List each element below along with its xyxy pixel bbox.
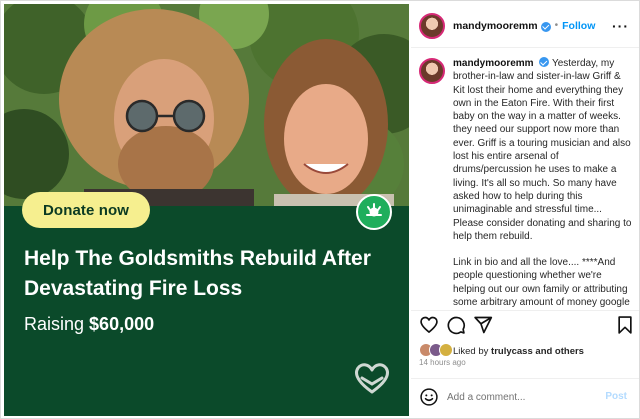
more-options-icon[interactable]: ··· — [612, 18, 629, 34]
gofundme-badge-icon — [356, 194, 392, 230]
donate-now-button[interactable]: Donate now — [22, 192, 150, 228]
raising-amount: $60,000 — [89, 314, 155, 334]
divider — [411, 378, 639, 379]
divider — [411, 310, 639, 311]
liked-by-row[interactable]: Liked by trulycass and others — [419, 343, 584, 359]
heart-icon[interactable] — [419, 315, 439, 335]
avatar — [439, 343, 453, 357]
post-side-panel: mandymooremm • Follow ··· mandymooremm Y… — [411, 4, 639, 416]
fundraiser-panel — [4, 206, 409, 416]
caption-paragraph-1: mandymooremm Yesterday, my brother-in-la… — [453, 56, 635, 243]
raising-prefix: Raising — [24, 314, 85, 334]
avatar[interactable] — [419, 12, 445, 39]
follow-button[interactable]: Follow — [562, 20, 595, 32]
liked-by-user[interactable]: trulycass — [491, 346, 533, 357]
bookmark-icon[interactable] — [615, 315, 635, 335]
caption-container[interactable]: mandymooremm Yesterday, my brother-in-la… — [419, 56, 635, 308]
emoji-icon[interactable] — [419, 387, 439, 407]
liked-by-others[interactable]: and others — [535, 346, 584, 357]
caption-text: mandymooremm Yesterday, my brother-in-la… — [453, 56, 635, 308]
liker-avatars — [419, 343, 453, 359]
comment-icon[interactable] — [446, 315, 466, 335]
verified-icon — [539, 57, 550, 67]
separator-dot: • — [554, 20, 559, 31]
fundraiser-title: Help The Goldsmiths Rebuild After Devast… — [24, 247, 371, 300]
action-bar — [419, 315, 633, 337]
liked-by-prefix: Liked by — [453, 345, 489, 357]
share-icon[interactable] — [473, 315, 493, 335]
heart-hands-icon — [355, 363, 389, 394]
comment-input[interactable] — [447, 391, 597, 403]
post-header: mandymooremm • Follow ··· — [411, 4, 639, 48]
fundraiser-goal: Raising $60,000 — [24, 314, 154, 335]
header-username[interactable]: mandymooremm — [453, 20, 538, 32]
post-comment-button[interactable]: Post — [605, 391, 627, 402]
caption-username[interactable]: mandymooremm — [453, 58, 534, 69]
post-photo — [4, 4, 409, 206]
caption-body-1: Yesterday, my brother-in-law and sister-… — [453, 58, 632, 242]
verified-icon — [540, 21, 551, 32]
caption-avatar[interactable] — [419, 58, 445, 84]
instagram-post-window: Donate now Help The Goldsmiths Rebuild A… — [0, 0, 640, 419]
caption-paragraph-2: Link in bio and all the love.... ****And… — [453, 257, 630, 308]
comment-composer: Post — [411, 380, 639, 414]
post-media[interactable]: Donate now Help The Goldsmiths Rebuild A… — [4, 4, 409, 416]
post-timestamp[interactable]: 14 hours ago — [419, 358, 466, 367]
